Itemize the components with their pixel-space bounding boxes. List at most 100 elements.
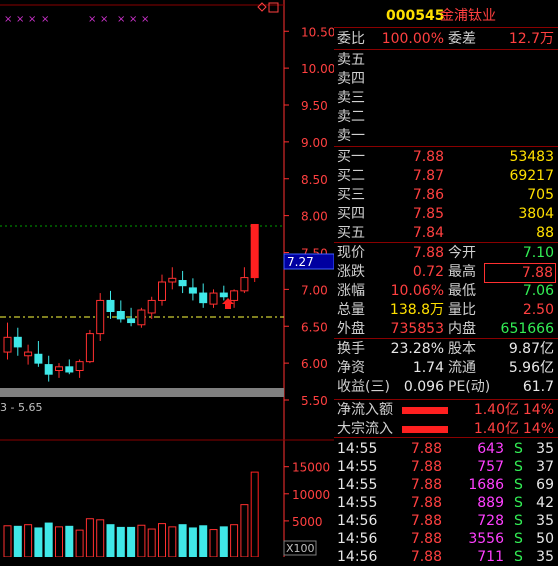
buy-level-price: 7.84: [412, 225, 444, 241]
candle-body: [34, 353, 43, 364]
buy-level-price: 7.87: [412, 168, 444, 184]
y-tick-label: 10.50: [301, 25, 334, 39]
candle-body: [3, 336, 12, 353]
candle-body: [209, 292, 218, 305]
candle-body: [188, 287, 197, 294]
cross-marker-icon: ×: [141, 14, 149, 25]
y-tick-label: 10.00: [301, 62, 334, 76]
sell-level-label: 卖四: [337, 71, 365, 87]
volume-bar: [85, 518, 94, 557]
kline-chart[interactable]: 10.5010.009.509.008.508.007.507.006.506.…: [0, 0, 334, 557]
volume-bar: [3, 525, 12, 557]
stat-label: 今开: [448, 245, 476, 261]
volume-bar: [147, 528, 156, 557]
buy-level-volume: 88: [536, 225, 554, 241]
fund-label: 净资: [337, 360, 365, 376]
volume-bar: [250, 471, 259, 557]
stat-label: 量比: [448, 302, 476, 318]
buy-level-price: 7.85: [412, 206, 444, 222]
tick-count: 42: [536, 495, 554, 511]
volume-bar: [44, 522, 53, 557]
flow-label: 大宗流入: [337, 421, 393, 437]
fund-label: 换手: [337, 341, 365, 357]
tick-price: 7.88: [410, 531, 442, 547]
y-tick-label: 6.50: [301, 320, 328, 334]
volume-bar: [34, 527, 43, 557]
fund-label: 股本: [448, 341, 476, 357]
wei-cha-value: 12.7万: [508, 31, 554, 47]
stock-code: 000545: [386, 8, 445, 24]
tick-volume: 889: [477, 495, 504, 511]
tick-time: 14:55: [337, 459, 378, 475]
cross-marker-icon: ×: [41, 14, 49, 25]
volume-bar: [75, 529, 84, 557]
y-tick-label: 9.00: [301, 136, 328, 150]
volume-bar: [168, 526, 177, 557]
sell-level-label: 卖二: [337, 109, 365, 125]
buy-level-volume: 3804: [518, 206, 554, 222]
y-tick-label: 6.00: [301, 357, 328, 371]
buy-level-label: 买二: [337, 168, 365, 184]
sell-level-label: 卖一: [337, 128, 365, 144]
stat-label: 涨幅: [337, 283, 365, 299]
volume-bar: [230, 524, 239, 557]
stat-value: 7.06: [522, 283, 554, 299]
tick-count: 50: [536, 531, 554, 547]
volume-bar: [240, 504, 249, 557]
tick-price: 7.88: [410, 495, 442, 511]
tick-time: 14:55: [337, 495, 378, 511]
fund-label: 流通: [448, 360, 476, 376]
flow-label: 净流入额: [337, 402, 393, 418]
wei-cha-label: 委差: [448, 31, 476, 47]
tick-volume: 757: [477, 459, 504, 475]
volume-bar: [209, 529, 218, 557]
cross-marker-icon: ×: [28, 14, 36, 25]
candle-body: [168, 277, 177, 283]
candle-body: [178, 280, 187, 287]
y-tick-label: 8.50: [301, 173, 328, 187]
tick-volume: 643: [477, 441, 504, 457]
vol-tick-label: 15000: [292, 461, 330, 475]
flow-bar: [402, 407, 448, 414]
candle-body: [199, 292, 208, 304]
cross-marker-icon: ×: [4, 14, 12, 25]
fund-value: 9.87亿: [508, 341, 554, 357]
candle-body: [219, 292, 228, 298]
candle-body: [147, 299, 156, 314]
sell-level-label: 卖五: [337, 52, 365, 68]
fund-value: 23.28%: [390, 341, 444, 357]
candle-body: [240, 277, 249, 292]
square-icon: [268, 2, 279, 13]
buy-level-volume: 69217: [509, 168, 554, 184]
buy-level-price: 7.88: [412, 149, 444, 165]
candle-body: [55, 366, 63, 371]
tick-count: 37: [536, 459, 554, 475]
volume-bar: [24, 524, 33, 557]
tick-side: S: [514, 459, 523, 475]
volume-bar: [65, 525, 74, 557]
volume-bar: [158, 523, 166, 557]
volume-bar: [199, 525, 208, 557]
candle-body: [24, 351, 33, 357]
range-bar: [0, 388, 284, 397]
vol-tick-label: 5000: [292, 515, 323, 529]
tick-volume: 3556: [468, 531, 504, 547]
volume-bar: [178, 524, 187, 557]
fund-value: 0.096: [403, 379, 444, 395]
tick-count: 35: [536, 513, 554, 529]
buy-level-label: 买五: [337, 225, 365, 241]
sell-level-label: 卖三: [337, 90, 365, 106]
tick-time: 14:55: [337, 477, 378, 493]
stat-value: 0.72: [412, 264, 444, 280]
volume-bar: [106, 524, 115, 557]
flow-pct: 14%: [522, 421, 554, 437]
candle-body: [250, 223, 259, 279]
stat-label: 涨跌: [337, 264, 365, 280]
flow-value: 1.40亿: [473, 421, 519, 437]
tick-side: S: [514, 513, 523, 529]
buy-level-label: 买一: [337, 149, 365, 165]
stat-value: 2.50: [522, 302, 554, 318]
candle-body: [75, 361, 84, 371]
tick-price: 7.88: [410, 459, 442, 475]
quote-panel: 000545 金浦钛业 委比 100.00% 委差 12.7万 卖五 卖四 卖三 卖二…: [334, 0, 558, 565]
